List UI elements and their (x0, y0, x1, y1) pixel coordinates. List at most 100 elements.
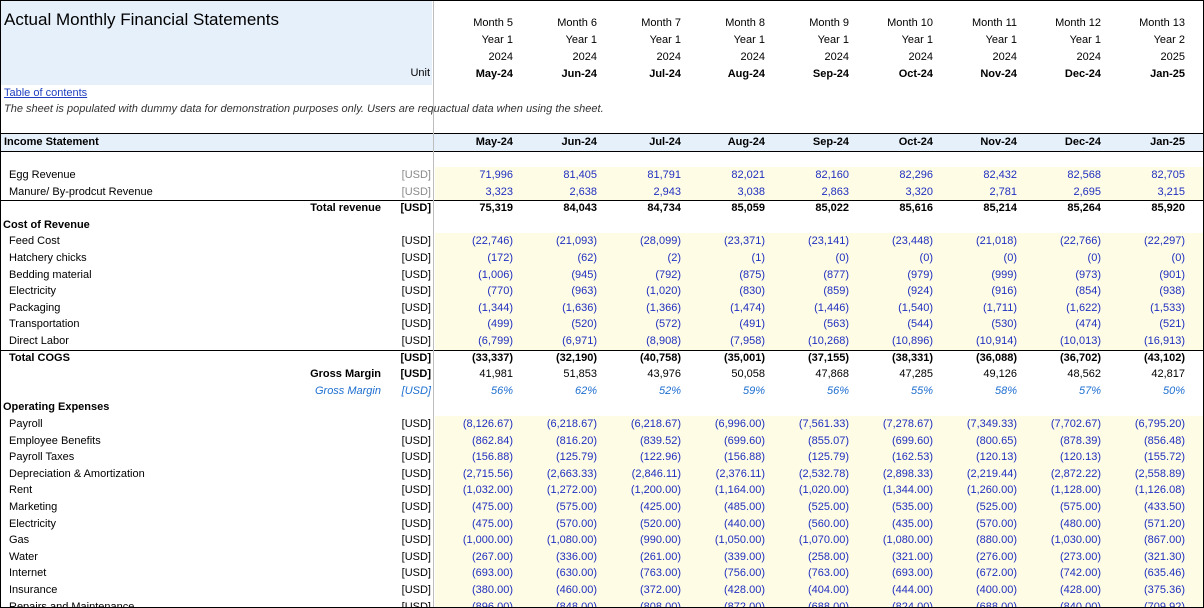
value-cell[interactable]: 42,817 (1107, 366, 1191, 383)
value-cell[interactable]: (428.00) (1023, 582, 1107, 599)
value-cell[interactable]: (37,155) (771, 350, 855, 367)
value-cell[interactable]: (28,099) (603, 233, 687, 250)
value-cell[interactable]: (990.00) (603, 532, 687, 549)
value-cell[interactable]: (425.00) (603, 499, 687, 516)
value-cell[interactable]: (0) (855, 250, 939, 267)
value-cell[interactable]: (742.00) (1023, 565, 1107, 582)
value-cell[interactable]: (404.00) (771, 582, 855, 599)
value-cell[interactable]: (491) (687, 316, 771, 333)
value-cell[interactable]: (525.00) (939, 499, 1023, 516)
value-cell[interactable]: (1,200.00) (603, 482, 687, 499)
value-cell[interactable]: (1,020) (603, 283, 687, 300)
value-cell[interactable]: (125.79) (519, 449, 603, 466)
value-cell[interactable]: (433.50) (1107, 499, 1191, 516)
value-cell[interactable]: (1,474) (687, 299, 771, 317)
value-cell[interactable]: (854) (1023, 283, 1107, 300)
table-of-contents-link[interactable]: Table of contents (4, 85, 87, 101)
value-cell[interactable]: (36,702) (1023, 350, 1107, 367)
value-cell[interactable]: (460.00) (519, 582, 603, 599)
value-cell[interactable]: 85,022 (771, 200, 855, 217)
value-cell[interactable]: 47,868 (771, 366, 855, 383)
value-cell[interactable]: (938) (1107, 283, 1191, 300)
value-cell[interactable]: (2,715.56) (435, 465, 519, 483)
value-cell[interactable]: (999) (939, 266, 1023, 284)
value-cell[interactable]: (21,093) (519, 233, 603, 250)
value-cell[interactable]: (40,758) (603, 350, 687, 367)
value-cell[interactable]: (916) (939, 283, 1023, 300)
value-cell[interactable]: (867.00) (1107, 532, 1191, 549)
value-cell[interactable]: (120.13) (1023, 449, 1107, 466)
value-cell[interactable]: (840.00) (1023, 598, 1107, 607)
value-cell[interactable]: (22,766) (1023, 233, 1107, 250)
value-cell[interactable]: 51,853 (519, 366, 603, 383)
value-cell[interactable]: (336.00) (519, 548, 603, 566)
spreadsheet[interactable]: Actual Monthly Financial Statements Unit… (0, 0, 1204, 608)
value-cell[interactable]: 2,943 (603, 183, 687, 201)
value-cell[interactable]: (2,898.33) (855, 465, 939, 483)
value-cell[interactable]: (688.00) (939, 598, 1023, 607)
value-cell[interactable]: (6,795.20) (1107, 416, 1191, 433)
value-cell[interactable]: 50% (1107, 383, 1191, 400)
value-cell[interactable]: (763.00) (603, 565, 687, 582)
value-cell[interactable]: (530) (939, 316, 1023, 333)
value-cell[interactable]: 2,695 (1023, 183, 1107, 201)
value-cell[interactable]: 3,323 (435, 183, 519, 201)
value-cell[interactable]: (62) (519, 250, 603, 267)
value-cell[interactable]: (0) (771, 250, 855, 267)
value-cell[interactable]: (571.20) (1107, 515, 1191, 533)
value-cell[interactable]: (485.00) (687, 499, 771, 516)
value-cell[interactable]: 50,058 (687, 366, 771, 383)
value-cell[interactable]: 75,319 (435, 200, 519, 217)
value-cell[interactable]: (570.00) (939, 515, 1023, 533)
value-cell[interactable]: (8,908) (603, 333, 687, 350)
value-cell[interactable]: (6,996.00) (687, 416, 771, 433)
value-cell[interactable]: (475.00) (435, 515, 519, 533)
value-cell[interactable]: (162.53) (855, 449, 939, 466)
value-cell[interactable]: 48,562 (1023, 366, 1107, 383)
value-cell[interactable]: (973) (1023, 266, 1107, 284)
value-cell[interactable]: (2,532.78) (771, 465, 855, 483)
value-cell[interactable]: (800.65) (939, 432, 1023, 450)
value-cell[interactable]: 82,021 (687, 167, 771, 184)
value-cell[interactable]: (816.20) (519, 432, 603, 450)
value-cell[interactable]: (22,297) (1107, 233, 1191, 250)
value-cell[interactable]: (440.00) (687, 515, 771, 533)
value-cell[interactable]: (172) (435, 250, 519, 267)
value-cell[interactable]: (16,913) (1107, 333, 1191, 350)
value-cell[interactable]: 59% (687, 383, 771, 400)
value-cell[interactable]: (1,164.00) (687, 482, 771, 499)
value-cell[interactable]: (1,272.00) (519, 482, 603, 499)
value-cell[interactable]: (2,219.44) (939, 465, 1023, 483)
value-cell[interactable]: 47,285 (855, 366, 939, 383)
value-cell[interactable]: (125.79) (771, 449, 855, 466)
value-cell[interactable]: (155.72) (1107, 449, 1191, 466)
value-cell[interactable]: 3,038 (687, 183, 771, 201)
value-cell[interactable]: (520.00) (603, 515, 687, 533)
value-cell[interactable]: (672.00) (939, 565, 1023, 582)
value-cell[interactable]: (0) (1023, 250, 1107, 267)
value-cell[interactable]: (435.00) (855, 515, 939, 533)
value-cell[interactable]: (2,663.33) (519, 465, 603, 483)
value-cell[interactable]: (23,371) (687, 233, 771, 250)
value-cell[interactable]: 49,126 (939, 366, 1023, 383)
value-cell[interactable]: (1,446) (771, 299, 855, 317)
value-cell[interactable]: 57% (1023, 383, 1107, 400)
value-cell[interactable]: (945) (519, 266, 603, 284)
value-cell[interactable]: (572) (603, 316, 687, 333)
value-cell[interactable]: (1,622) (1023, 299, 1107, 317)
value-cell[interactable]: (10,013) (1023, 333, 1107, 350)
value-cell[interactable]: (7,349.33) (939, 416, 1023, 433)
value-cell[interactable]: (896.00) (435, 598, 519, 607)
value-cell[interactable]: (6,971) (519, 333, 603, 350)
value-cell[interactable]: (38,331) (855, 350, 939, 367)
value-cell[interactable]: (535.00) (855, 499, 939, 516)
value-cell[interactable]: (635.46) (1107, 565, 1191, 582)
value-cell[interactable]: 85,920 (1107, 200, 1191, 217)
value-cell[interactable]: 3,215 (1107, 183, 1191, 201)
value-cell[interactable]: (122.96) (603, 449, 687, 466)
value-cell[interactable]: 85,214 (939, 200, 1023, 217)
value-cell[interactable]: 81,791 (603, 167, 687, 184)
value-cell[interactable]: (575.00) (1023, 499, 1107, 516)
value-cell[interactable]: 81,405 (519, 167, 603, 184)
value-cell[interactable]: (2,872.22) (1023, 465, 1107, 483)
